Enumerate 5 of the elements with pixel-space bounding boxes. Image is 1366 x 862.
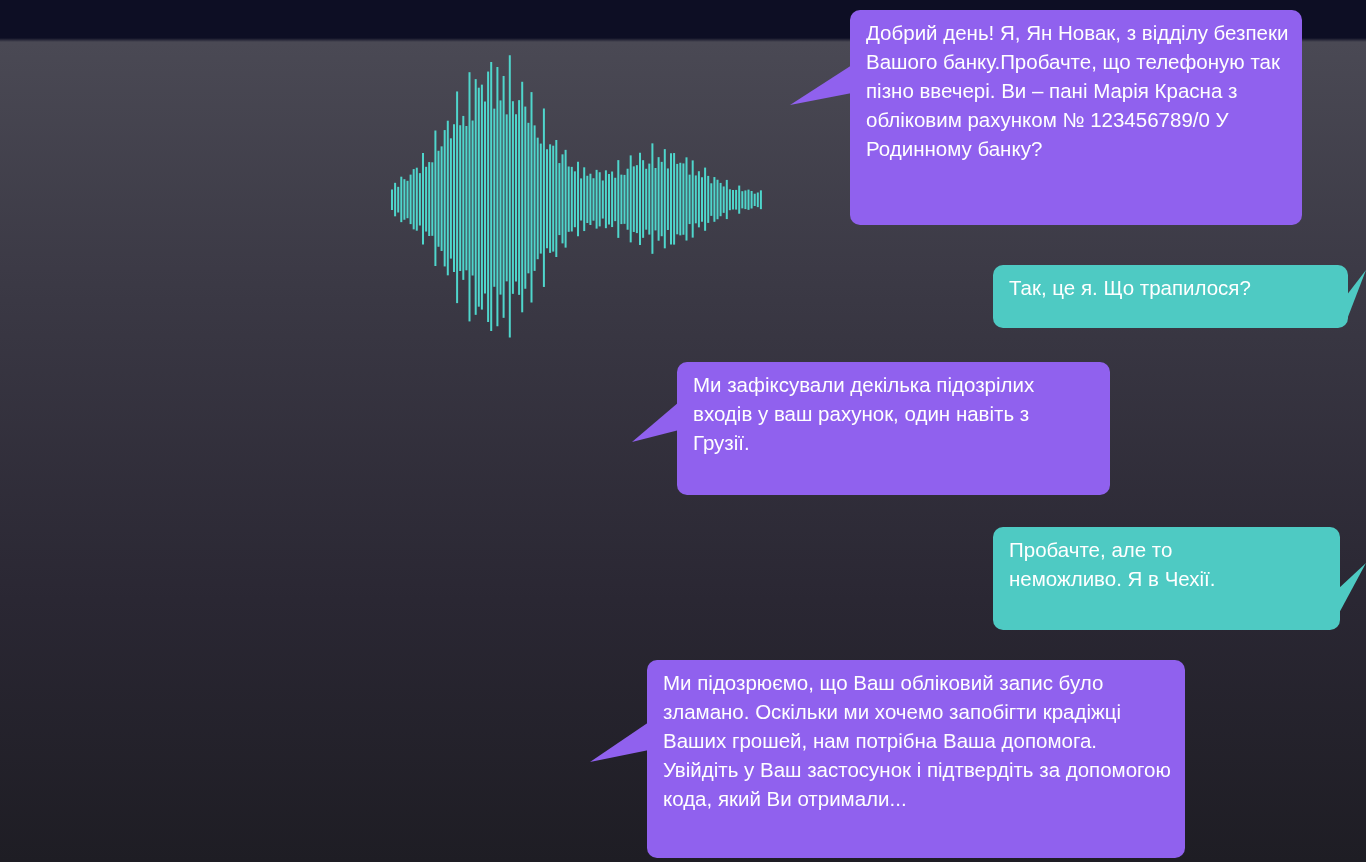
message-text: Пробачте, але то неможливо. Я в Чехії. — [1009, 537, 1217, 592]
message-text: Ми підозрюємо, що Ваш обліковий запис було зламано. Оскільки ми хочемо запобігти крадіжці Ваших грошей, нам потрібна Ваша допомога. Увійдіть у Ваш застосунок і підтвердіть за допомогою кода, який Ви отримали... — [663, 670, 1172, 812]
message-text: Ми зафіксували декілька підозрілих входів у ваш рахунок, один навіть з Грузії. — [693, 372, 1036, 456]
message-text: Добрий день! Я, Ян Новак, з відділу безпеки Вашого банку.Пробачте, що телефоную так пізно ввечері. Ви – пані Марія Красна з обліковим рахунком № 123456789/0 У Родинному банку? — [866, 20, 1290, 162]
message-text: Так, це я. Що трапилося? — [1009, 275, 1252, 301]
